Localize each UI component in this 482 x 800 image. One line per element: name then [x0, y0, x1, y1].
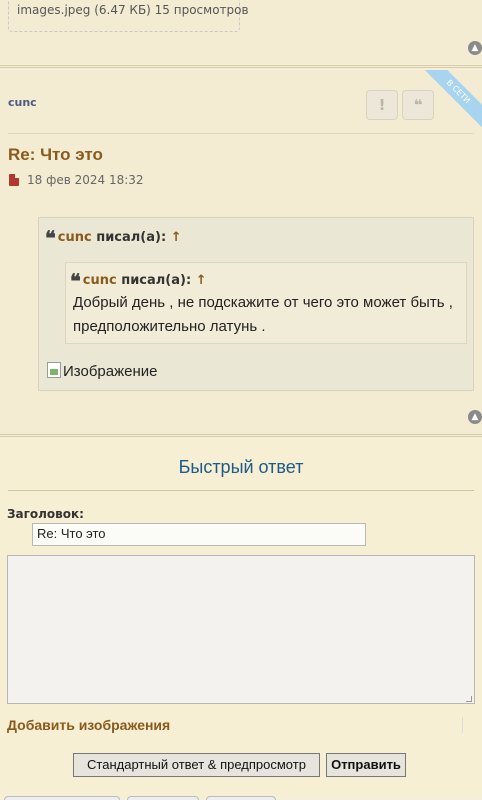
- attachment-box: images.jpeg (6.47 КБ) 15 просмотров: [8, 0, 249, 32]
- quick-reply-separator: [8, 490, 474, 491]
- quote-icon: ❝: [413, 96, 423, 114]
- quote-header: ❝ cunc писал(а): ↑: [45, 226, 182, 250]
- report-icon: !: [378, 96, 386, 114]
- post-author[interactable]: cunc: [8, 96, 37, 109]
- report-button[interactable]: !: [366, 90, 398, 120]
- add-images-toggle[interactable]: Добавить изображения: [7, 717, 170, 733]
- nested-quote-header: ❝ cunc писал(а): ↑: [70, 269, 207, 293]
- submit-button[interactable]: Отправить: [326, 753, 406, 777]
- subject-label: Заголовок:: [7, 507, 84, 521]
- post-header-separator: [8, 133, 474, 134]
- textarea-resize-handle[interactable]: [466, 696, 472, 702]
- post-image[interactable]: Изображение: [47, 362, 158, 380]
- post: В СЕТИ cunc ! ❝ Re: Что это 18 фев 2024 …: [0, 70, 482, 434]
- bottom-action-button[interactable]: [206, 796, 276, 800]
- previous-post: images.jpeg (6.47 КБ) 15 просмотров ▲: [0, 0, 482, 64]
- quote-mark-icon: ❝: [45, 226, 56, 250]
- back-to-top-icon[interactable]: ▲: [468, 410, 482, 424]
- quote-wrote-label: писал(а):: [96, 230, 167, 245]
- back-to-top-icon[interactable]: ▲: [468, 41, 482, 55]
- quote-mark-icon: ❝: [70, 269, 81, 293]
- nested-quote-text: Добрый день , не подскажите от чего это …: [73, 294, 453, 335]
- post-divider: [0, 434, 482, 437]
- nested-quote-block: ❝ cunc писал(а): ↑ Добрый день , не подск…: [65, 262, 467, 344]
- attachment-caption: images.jpeg (6.47 КБ) 15 просмотров: [17, 3, 249, 17]
- post-date: 18 фев 2024 18:32: [27, 173, 144, 187]
- quote-author-link[interactable]: cunc: [58, 230, 92, 245]
- quote-block: ❝ cunc писал(а): ↑ ❝ cunc писал(а): ↑ Добр…: [38, 217, 474, 391]
- post-title[interactable]: Re: Что это: [8, 145, 103, 165]
- quick-reply-panel: Быстрый ответ Заголовок: Re: Что это Доб…: [0, 440, 482, 796]
- nested-quote-source-link[interactable]: ↑: [196, 273, 207, 288]
- post-file-icon[interactable]: [9, 174, 19, 186]
- nested-quote-author-link[interactable]: cunc: [83, 273, 117, 288]
- quote-source-link[interactable]: ↑: [171, 230, 182, 245]
- full-editor-preview-button[interactable]: Стандартный ответ & предпросмотр: [73, 753, 320, 777]
- message-textarea[interactable]: [7, 555, 475, 704]
- bottom-action-button[interactable]: [4, 796, 120, 800]
- post-image-alt: Изображение: [63, 363, 158, 380]
- subject-input[interactable]: Re: Что это: [32, 523, 366, 546]
- quote-button[interactable]: ❝: [402, 90, 434, 120]
- nested-quote-wrote-label: писал(а):: [121, 273, 192, 288]
- divider: [462, 717, 463, 733]
- bottom-actions: [0, 796, 482, 800]
- post-divider: [0, 65, 482, 68]
- broken-image-icon: [47, 362, 61, 378]
- bottom-action-button[interactable]: [127, 796, 199, 800]
- quick-reply-title: Быстрый ответ: [178, 457, 304, 477]
